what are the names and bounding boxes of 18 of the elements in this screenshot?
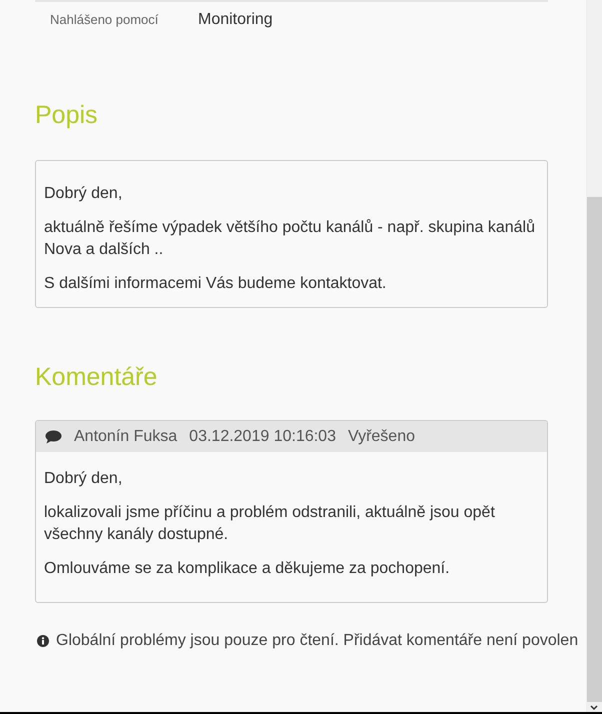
comment-icon [45,430,62,444]
comment-status: Vyřešeno [348,426,415,446]
paragraph: lokalizovali jsme příčinu a problém odstranili, aktuálně jsou opět všechny kanály dostupné. [44,503,496,545]
section-heading: Popis [35,100,98,130]
scrollbar[interactable] [586,0,602,712]
section-heading: Komentáře [35,362,158,392]
paragraph: Dobrý den, [44,469,124,489]
field-label: Nahlášeno pomocí [50,11,160,30]
comment-date: 03.12.2019 10:16:03 [189,426,336,446]
paragraph: Dobrý den, [44,184,124,204]
paragraph: aktuálně řešíme výpadek většího počtu kanálů - např. skupina kanálů Nova a dalších .. [44,218,536,260]
comment-author: Antonín Fuksa [74,426,178,446]
paragraph: Omlouváme se za komplikace a děkujeme za pochopení. [44,559,451,579]
scroll-down-icon[interactable] [589,704,599,712]
read-only-notice: Globální problémy jsou pouze pro čtení. Přidávat komentáře není povolen [56,631,578,651]
paragraph: S dalšími informacemi Vás budeme kontaktovat. [44,274,388,294]
info-icon [37,635,49,647]
field-value: Monitoring [198,10,273,30]
